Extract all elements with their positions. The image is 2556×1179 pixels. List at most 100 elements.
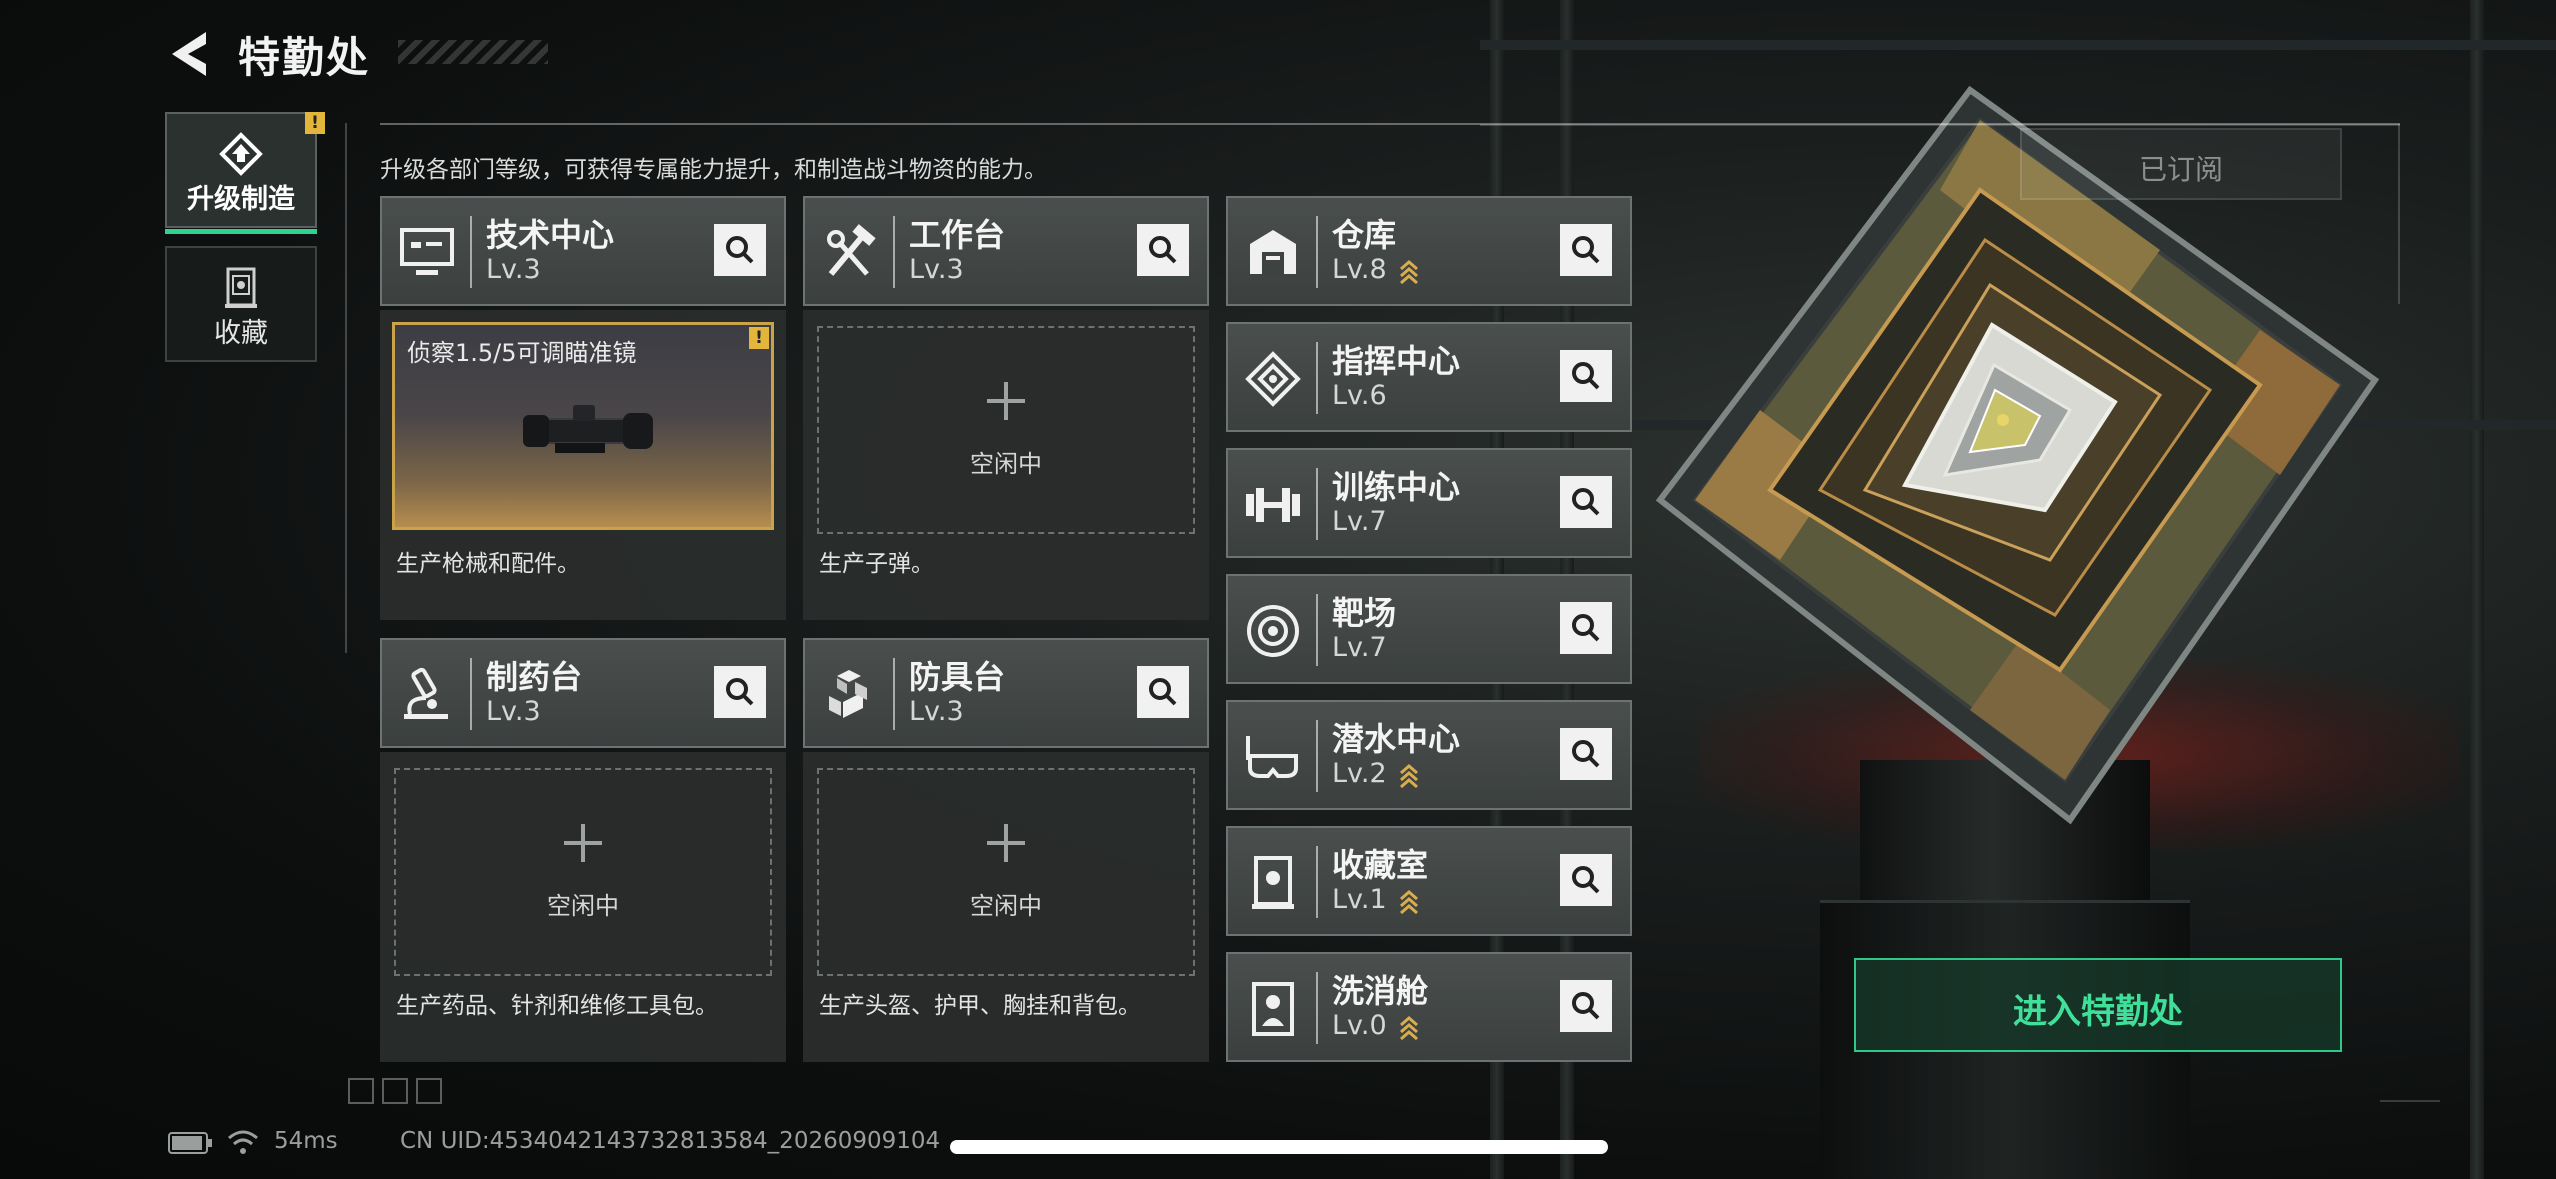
workshop-header-tech-center[interactable]: 技术中心 Lv.3 [380, 196, 786, 306]
facility-search-button[interactable] [1560, 224, 1612, 276]
facility-search-button[interactable] [1560, 602, 1612, 654]
slot-status: 空闲中 [970, 450, 1042, 478]
collection-icon [225, 267, 257, 308]
production-slot-active[interactable]: 侦察1.5/5可调瞄准镜 ! [392, 322, 774, 530]
workshop-panel-workbench: 空闲中 生产子弹。 [803, 310, 1209, 620]
workshop-description: 生产头盔、护甲、胸挂和背包。 [819, 993, 1141, 1019]
facility-row-shooting-range[interactable]: 靶场 Lv.7 [1226, 574, 1632, 684]
facility-name: 潜水中心 [1332, 720, 1461, 758]
workshop-header-workbench[interactable]: 工作台 Lv.3 [803, 196, 1209, 306]
header-separator [470, 658, 472, 730]
facility-level: Lv.7 [1332, 632, 1387, 663]
target-icon [1247, 605, 1299, 657]
warehouse-icon [1250, 230, 1296, 274]
facility-name: 洗消舱 [1332, 972, 1429, 1010]
nav-item-collection[interactable]: 收藏 [165, 246, 317, 362]
upgrade-available-icon [1400, 764, 1418, 788]
workshop-header-armor-bench[interactable]: 防具台 Lv.3 [803, 638, 1209, 748]
enter-special-ops-button[interactable]: 进入特勤处 [1854, 958, 2342, 1052]
decorative-box [348, 1078, 374, 1104]
workshop-description: 生产子弹。 [819, 551, 934, 577]
facility-search-button[interactable] [1560, 728, 1612, 780]
header-separator [893, 658, 895, 730]
battery-icon [168, 1132, 212, 1154]
search-icon [726, 678, 754, 706]
header-separator [1316, 594, 1318, 666]
plus-icon [987, 824, 1025, 862]
monitor-icon [400, 228, 454, 275]
header-separator [1316, 468, 1318, 540]
slot-status: 空闲中 [547, 892, 619, 920]
workshop-search-button[interactable] [714, 666, 766, 718]
subscribed-button[interactable]: 已订阅 [2020, 128, 2342, 200]
workshop-search-button[interactable] [714, 224, 766, 276]
dumbbell-icon [1246, 488, 1300, 522]
display-case-icon [1252, 856, 1294, 909]
facility-row-warehouse[interactable]: 仓库 Lv.8 [1226, 196, 1632, 306]
workshop-name: 工作台 [909, 216, 1006, 254]
facility-row-diving-center[interactable]: 潜水中心 Lv.2 [1226, 700, 1632, 810]
upgrade-build-icon [219, 132, 263, 176]
facility-name: 指挥中心 [1332, 342, 1461, 380]
decontamination-icon [1252, 982, 1294, 1036]
nav-item-label: 升级制造 [187, 184, 295, 215]
decorative-box [416, 1078, 442, 1104]
home-indicator[interactable] [950, 1140, 1608, 1154]
back-button[interactable] [164, 26, 218, 82]
workshop-name: 技术中心 [486, 216, 615, 254]
search-icon [1572, 992, 1600, 1020]
facility-row-command-center[interactable]: 指挥中心 Lv.6 [1226, 322, 1632, 432]
warning-badge: ! [749, 327, 769, 349]
search-icon [1572, 236, 1600, 264]
warning-badge: ! [305, 112, 325, 134]
facility-row-collection-room[interactable]: 收藏室 Lv.1 [1226, 826, 1632, 936]
search-icon [726, 236, 754, 264]
facility-search-button[interactable] [1560, 476, 1612, 528]
workshop-description: 生产枪械和配件。 [396, 551, 580, 577]
facility-level: Lv.0 [1332, 1010, 1387, 1041]
facility-search-button[interactable] [1560, 854, 1612, 906]
facility-row-training-center[interactable]: 训练中心 Lv.7 [1226, 448, 1632, 558]
production-slot-idle[interactable]: 空闲中 [817, 326, 1195, 534]
page-title: 特勤处 [238, 33, 371, 82]
workshop-search-button[interactable] [1137, 224, 1189, 276]
production-slot-idle[interactable]: 空闲中 [817, 768, 1195, 976]
facility-level: Lv.8 [1332, 254, 1387, 285]
header-separator [1316, 972, 1318, 1044]
upgrade-available-icon [1400, 260, 1418, 284]
workshop-name: 防具台 [909, 658, 1006, 696]
workshop-name: 制药台 [486, 658, 583, 696]
workshop-header-pharmacy[interactable]: 制药台 Lv.3 [380, 638, 786, 748]
search-icon [1572, 740, 1600, 768]
workshop-panel-armor-bench: 空闲中 生产头盔、护甲、胸挂和背包。 [803, 752, 1209, 1062]
upgrade-available-icon [1400, 1016, 1418, 1040]
facility-name: 收藏室 [1332, 846, 1429, 884]
production-slot-idle[interactable]: 空闲中 [394, 768, 772, 976]
production-item-name: 侦察1.5/5可调瞄准镜 [407, 339, 637, 367]
subscribed-label: 已订阅 [2138, 153, 2223, 186]
workshop-search-button[interactable] [1137, 666, 1189, 718]
facility-search-button[interactable] [1560, 980, 1612, 1032]
title-hatch-decoration [398, 40, 548, 64]
workshop-panel-pharmacy: 空闲中 生产药品、针剂和维修工具包。 [380, 752, 786, 1062]
nav-item-upgrade-build[interactable]: 升级制造 ! [165, 112, 325, 234]
search-icon [1572, 488, 1600, 516]
hud-line [2380, 1100, 2440, 1102]
divider-line [380, 123, 2400, 125]
facility-level: Lv.6 [1332, 380, 1387, 411]
uid-text: CN UID:4534042143732813584_20260909104 [400, 1128, 941, 1154]
facility-name: 训练中心 [1332, 468, 1461, 506]
facility-row-decontamination[interactable]: 洗消舱 Lv.0 [1226, 952, 1632, 1062]
workshop-level: Lv.3 [909, 254, 964, 285]
tools-icon [827, 224, 876, 276]
enter-special-ops-label: 进入特勤处 [2013, 992, 2183, 1032]
scope-item-image [523, 405, 653, 453]
facility-search-button[interactable] [1560, 350, 1612, 402]
cubes-icon [829, 670, 867, 718]
plus-icon [987, 382, 1025, 420]
header-separator [1316, 846, 1318, 918]
search-icon [1572, 614, 1600, 642]
header-separator [893, 216, 895, 288]
background-beam [1480, 40, 2556, 50]
slot-status: 空闲中 [970, 892, 1042, 920]
